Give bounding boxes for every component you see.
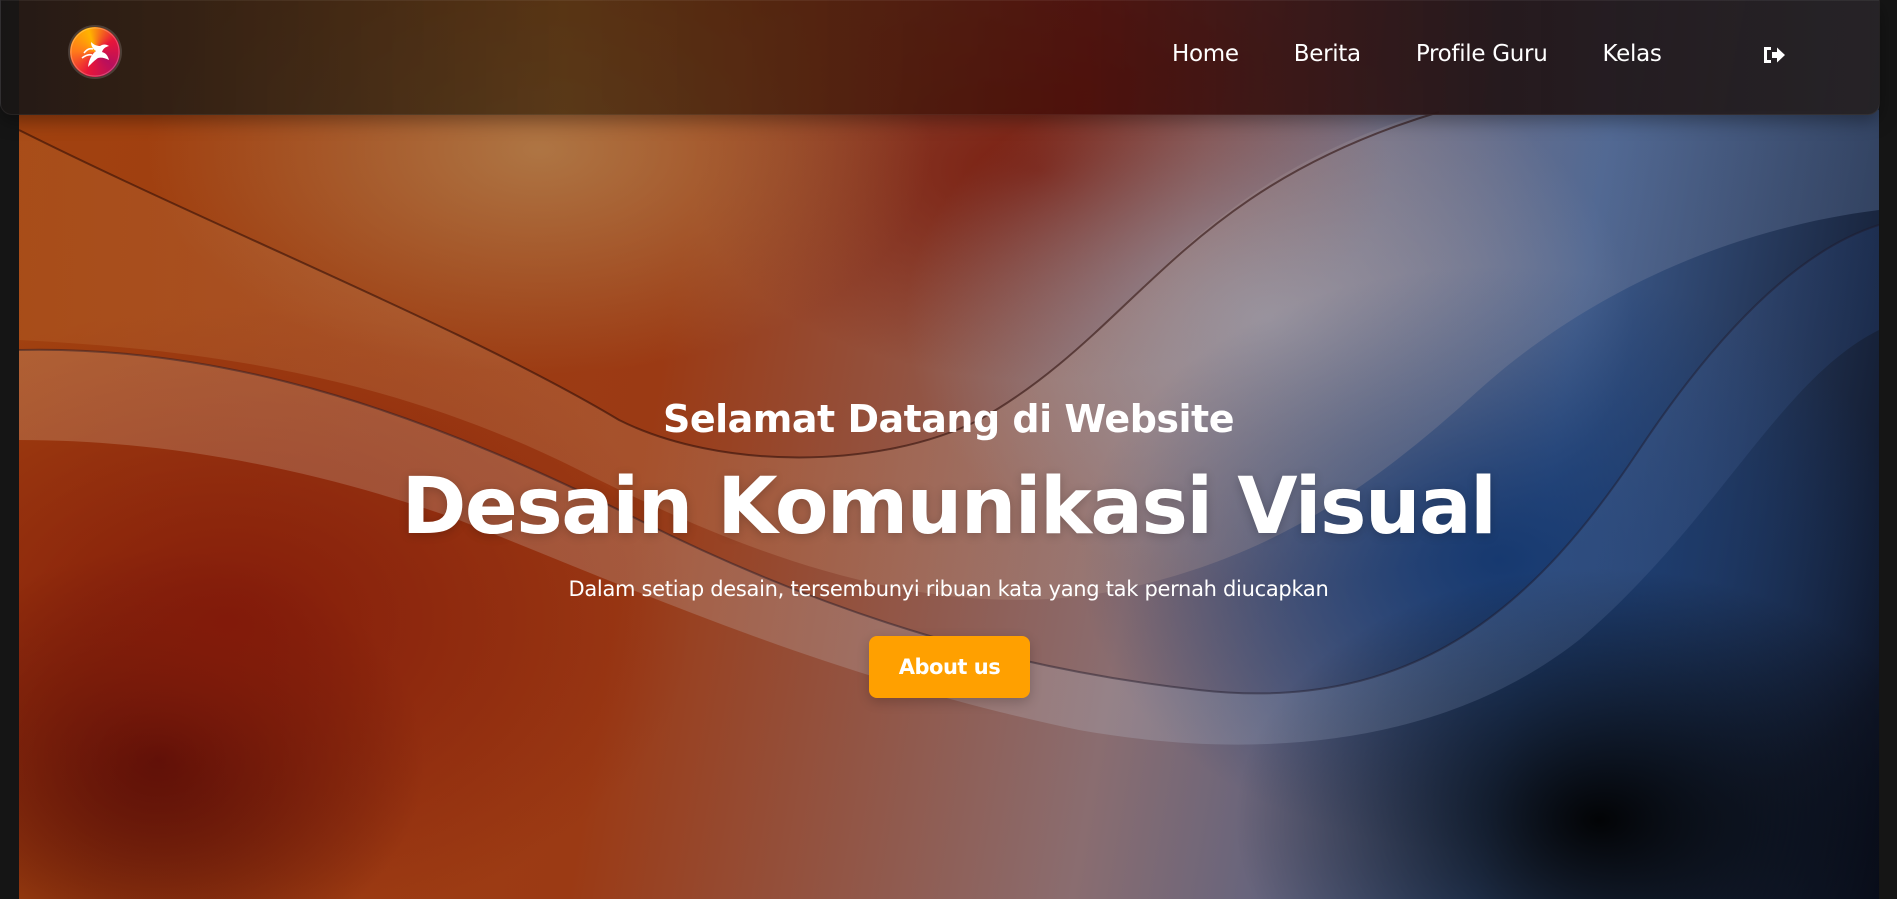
navbar: Home Berita Profile Guru Kelas: [0, 0, 1880, 115]
nav-item-kelas[interactable]: Kelas: [1603, 41, 1662, 67]
phoenix-logo-icon[interactable]: [70, 27, 120, 77]
nav-item-profile-guru[interactable]: Profile Guru: [1416, 41, 1548, 67]
wave-decoration: [19, 110, 1879, 745]
hero-subtitle: Selamat Datang di Website: [663, 397, 1235, 441]
nav-item-berita[interactable]: Berita: [1294, 41, 1361, 67]
nav-menu: Home Berita Profile Guru Kelas: [1172, 41, 1662, 67]
phoenix-glyph-icon: [70, 27, 120, 77]
page: Home Berita Profile Guru Kelas Selamat D…: [0, 0, 1897, 899]
hero-title: Desain Komunikasi Visual: [401, 462, 1497, 552]
hero-background: [19, 0, 1879, 899]
nav-item-home[interactable]: Home: [1172, 41, 1239, 67]
logout-icon[interactable]: [1761, 43, 1787, 67]
about-us-button[interactable]: About us: [869, 636, 1030, 698]
hero-tagline: Dalam setiap desain, tersembunyi ribuan …: [568, 577, 1329, 601]
